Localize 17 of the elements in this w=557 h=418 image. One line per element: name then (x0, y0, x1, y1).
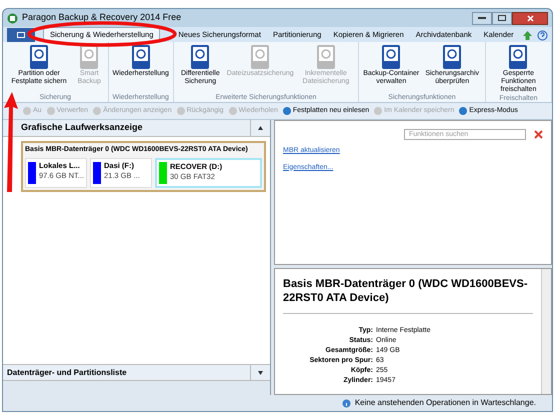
arrow-up-icon[interactable] (522, 30, 533, 41)
window-title: Paragon Backup & Recovery 2014 Free (22, 11, 182, 24)
scrollbar[interactable] (541, 269, 551, 394)
panel-title: Grafische Laufwerksanzeige (20, 121, 144, 134)
caret-icon (258, 126, 263, 130)
maximize-button[interactable] (492, 12, 512, 24)
panel-title: Datenträger- und Partitionsliste (6, 366, 128, 378)
status-text: Keine anstehenden Operationen in Warteschlange. (354, 397, 536, 409)
info-icon (342, 398, 351, 408)
details-title: Basis MBR-Datenträger 0 (WDC WD1600BEVS-22RST0 ATA Device) (283, 277, 533, 314)
app-icon (7, 12, 18, 24)
minimize-button[interactable] (472, 12, 492, 24)
close-icon[interactable] (534, 130, 543, 139)
close-icon (526, 14, 534, 22)
close-button[interactable] (512, 12, 548, 24)
help-icon[interactable] (537, 30, 548, 41)
caret-icon (258, 370, 263, 374)
